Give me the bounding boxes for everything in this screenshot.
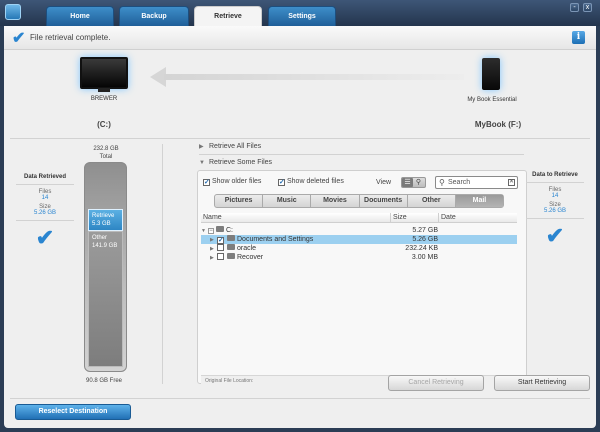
triangle-right-icon: ▶: [199, 144, 204, 150]
triangle-down-icon: ▼: [199, 160, 205, 166]
filter-mail[interactable]: Mail: [455, 195, 504, 207]
checkmark-icon: ✔: [35, 225, 55, 250]
retrieve-all-option[interactable]: ▶ Retrieve All Files: [199, 143, 261, 150]
filter-other[interactable]: Other: [408, 195, 456, 207]
cancel-retrieving-button[interactable]: Cancel Retrieving: [388, 375, 484, 391]
column-name[interactable]: Name: [201, 213, 391, 223]
external-drive-icon: [482, 58, 500, 90]
tab-settings[interactable]: Settings: [268, 6, 336, 26]
size-value: 5.26 GB: [33, 210, 56, 216]
capacity-other-label: Other: [92, 235, 108, 241]
start-retrieving-button[interactable]: Start Retrieving: [494, 375, 590, 391]
size-value: 5.26 GB: [543, 208, 566, 214]
show-older-checkbox[interactable]: ✓ Show older files: [203, 178, 261, 186]
files-count: 14: [41, 195, 49, 201]
retrieve-all-label: Retrieve All Files: [209, 143, 262, 150]
destination-drive-name: My Book Essential: [467, 97, 517, 103]
retrieve-some-option[interactable]: ▼ Retrieve Some Files: [199, 159, 272, 166]
retrieve-some-label: Retrieve Some Files: [209, 159, 273, 166]
search-placeholder: Search: [448, 179, 471, 186]
view-toggle[interactable]: ☰ ⚲: [401, 177, 426, 188]
show-deleted-checkbox[interactable]: ✓ Show deleted files: [278, 178, 344, 186]
title-bar: Home Backup Retrieve Settings - x: [0, 0, 600, 26]
show-older-label: Show older files: [212, 178, 262, 185]
checkbox[interactable]: ✓: [278, 179, 285, 186]
search-input[interactable]: ⚲ Search ✕: [435, 176, 518, 189]
status-message: File retrieval complete.: [30, 33, 111, 42]
capacity-total-label: Total: [99, 154, 113, 160]
filter-pictures[interactable]: Pictures: [215, 195, 264, 207]
files-count: 14: [551, 193, 559, 199]
show-deleted-label: Show deleted files: [287, 178, 344, 185]
data-retrieved-title: Data Retrieved: [23, 174, 67, 180]
column-size[interactable]: Size: [391, 213, 439, 223]
source-computer-name: BREWER: [90, 96, 118, 102]
monitor-stand: [98, 88, 110, 92]
clear-search-icon[interactable]: ✕: [508, 179, 515, 186]
table-row[interactable]: ▶ Recover 3.00 MB: [201, 253, 517, 262]
capacity-total: 232.8 GB Total: [82, 145, 130, 161]
divider: [526, 218, 584, 219]
filter-movies[interactable]: Movies: [311, 195, 360, 207]
file-size: 5.27 GB: [412, 227, 438, 234]
data-retrieved-panel: Data Retrieved Files 14 Size 5.26 GB ✔: [10, 174, 80, 251]
main-panel: ✔ File retrieval complete. i BREWER My B…: [4, 26, 596, 428]
file-size: 232.24 KB: [405, 245, 438, 252]
table-row[interactable]: ▼ − C: 5.27 GB: [201, 226, 517, 235]
monitor-icon: [80, 57, 128, 89]
divider: [16, 220, 74, 221]
source-drive-letter: (C:): [97, 120, 111, 129]
transfer-arrow: [164, 74, 464, 80]
column-date[interactable]: Date: [439, 213, 517, 223]
divider: [16, 184, 74, 185]
divider: [526, 182, 584, 183]
filter-music[interactable]: Music: [263, 195, 312, 207]
search-view-icon[interactable]: ⚲: [413, 178, 424, 187]
destination-drive-letter: MyBook (F:): [474, 120, 522, 129]
checkmark-icon: ✔: [12, 30, 26, 47]
tab-backup[interactable]: Backup: [119, 6, 189, 26]
info-icon[interactable]: i: [572, 31, 585, 44]
minimize-button[interactable]: -: [570, 3, 579, 12]
app-logo-icon: [5, 4, 21, 20]
divider: [10, 398, 590, 399]
filter-tabs: Pictures Music Movies Documents Other Ma…: [214, 194, 504, 208]
capacity-other-size: 141.9 GB: [92, 243, 118, 249]
capacity-retrieve-segment: Retrieve 5.3 GB: [88, 209, 123, 231]
divider: [162, 144, 163, 384]
view-label: View: [376, 179, 392, 186]
data-to-retrieve-title: Data to Retrieve: [532, 172, 578, 178]
checkbox[interactable]: ✓: [203, 179, 210, 186]
capacity-retrieve-label: Retrieve: [92, 213, 115, 219]
capacity-free: 90.8 GB Free: [85, 378, 123, 384]
status-bar: ✔ File retrieval complete. i: [4, 26, 596, 50]
file-list-header: Name Size Date: [201, 213, 517, 223]
table-row[interactable]: ▶ oracle 232.24 KB: [201, 244, 517, 253]
file-size: 5.26 GB: [412, 236, 438, 243]
tab-retrieve[interactable]: Retrieve: [194, 6, 262, 26]
capacity-total-value: 232.8 GB: [93, 146, 119, 152]
search-icon: ⚲: [439, 178, 445, 187]
reselect-destination-button[interactable]: Reselect Destination: [15, 404, 131, 420]
list-view-icon[interactable]: ☰: [402, 178, 413, 187]
capacity-other-segment: Other 141.9 GB: [88, 231, 123, 367]
capacity-retrieve-size: 5.3 GB: [92, 221, 111, 227]
divider: [10, 138, 590, 139]
divider: [199, 154, 524, 155]
table-row[interactable]: ▶ ✓ Documents and Settings 5.26 GB: [201, 235, 517, 244]
filter-documents[interactable]: Documents: [360, 195, 408, 207]
checkmark-icon: ✔: [545, 223, 565, 248]
data-to-retrieve-panel: Data to Retrieve Files 14 Size 5.26 GB ✔: [520, 172, 590, 249]
file-size: 3.00 MB: [411, 254, 438, 261]
close-button[interactable]: x: [583, 3, 592, 12]
file-browser: ✓ Show older files ✓ Show deleted files Vi…: [197, 170, 527, 385]
tab-home[interactable]: Home: [46, 6, 114, 26]
